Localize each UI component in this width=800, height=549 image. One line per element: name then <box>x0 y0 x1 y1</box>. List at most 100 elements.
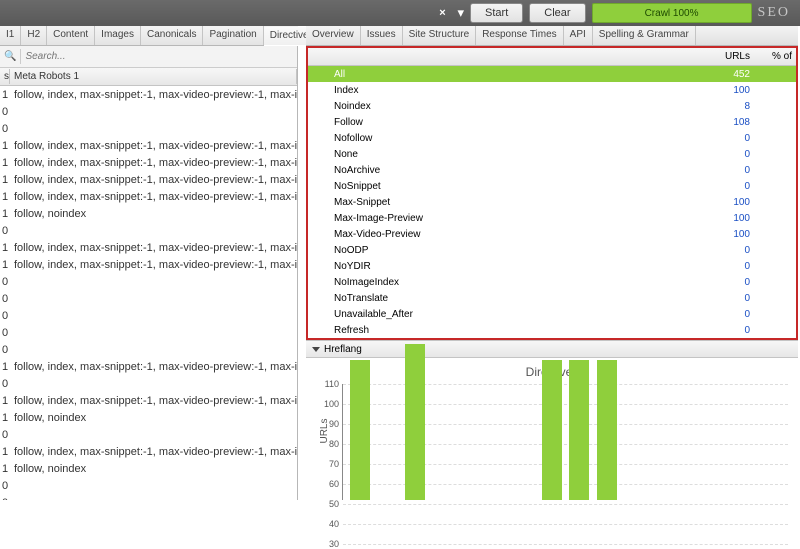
right-tabstrip: OverviewIssuesSite StructureResponse Tim… <box>306 26 798 46</box>
chart-body: 30405060708090100110 <box>342 384 788 500</box>
directive-row-noydir[interactable]: NoYDIR0 <box>308 258 796 274</box>
clear-button[interactable]: Clear <box>529 3 585 23</box>
cell-meta: follow, noindex <box>10 208 297 220</box>
directive-row-max-snippet[interactable]: Max-Snippet100 <box>308 194 796 210</box>
directive-row-noodp[interactable]: NoODP0 <box>308 242 796 258</box>
directive-urls: 0 <box>698 325 758 336</box>
tab-images[interactable]: Images <box>95 26 141 45</box>
chart-tick: 80 <box>315 439 339 449</box>
directive-urls: 0 <box>698 293 758 304</box>
right-panel: URLs % of All452Index100Noindex8Follow10… <box>306 46 798 500</box>
table-row[interactable]: 0 <box>0 273 297 290</box>
directive-label: Refresh <box>334 325 698 336</box>
directive-row-nosnippet[interactable]: NoSnippet0 <box>308 178 796 194</box>
directive-urls: 0 <box>698 149 758 160</box>
table-row[interactable]: 1follow, index, max-snippet:-1, max-vide… <box>0 392 297 409</box>
tab-site-structure[interactable]: Site Structure <box>403 26 477 45</box>
cell-meta: follow, index, max-snippet:-1, max-video… <box>10 157 297 169</box>
cell-s: 1 <box>0 463 10 475</box>
table-row[interactable]: 1follow, noindex <box>0 205 297 222</box>
directive-row-none[interactable]: None0 <box>308 146 796 162</box>
directive-label: Unavailable_After <box>334 309 698 320</box>
table-row[interactable]: 1follow, index, max-snippet:-1, max-vide… <box>0 137 297 154</box>
directive-row-max-image-preview[interactable]: Max-Image-Preview100 <box>308 210 796 226</box>
cell-meta: follow, index, max-snippet:-1, max-video… <box>10 242 297 254</box>
directive-row-noarchive[interactable]: NoArchive0 <box>308 162 796 178</box>
tab-pagination[interactable]: Pagination <box>203 26 263 45</box>
directive-row-all[interactable]: All452 <box>308 66 796 82</box>
table-row[interactable]: 0 <box>0 477 297 494</box>
table-row[interactable]: 1follow, index, max-snippet:-1, max-vide… <box>0 188 297 205</box>
directive-row-index[interactable]: Index100 <box>308 82 796 98</box>
cell-s: 1 <box>0 242 10 254</box>
cell-meta: follow, index, max-snippet:-1, max-video… <box>10 259 297 271</box>
tab-response-times[interactable]: Response Times <box>476 26 563 45</box>
table-row[interactable]: 0 <box>0 307 297 324</box>
table-row[interactable]: 1follow, index, max-snippet:-1, max-vide… <box>0 171 297 188</box>
cell-meta: follow, index, max-snippet:-1, max-video… <box>10 361 297 373</box>
table-row[interactable]: 1follow, index, max-snippet:-1, max-vide… <box>0 154 297 171</box>
top-toolbar: × ▾ Start Clear Crawl 100% SEO <box>0 0 800 26</box>
chart-bar <box>542 360 562 500</box>
directive-label: Nofollow <box>334 133 698 144</box>
directive-label: NoSnippet <box>334 181 698 192</box>
directive-urls: 0 <box>698 165 758 176</box>
table-row[interactable]: 1follow, index, max-snippet:-1, max-vide… <box>0 443 297 460</box>
table-row[interactable]: 0 <box>0 290 297 307</box>
directive-row-refresh[interactable]: Refresh0 <box>308 322 796 338</box>
directive-urls: 100 <box>698 229 758 240</box>
directive-row-noimageindex[interactable]: NoImageIndex0 <box>308 274 796 290</box>
tab-content[interactable]: Content <box>47 26 95 45</box>
header-meta[interactable]: Meta Robots 1 <box>10 69 297 84</box>
tab-i1[interactable]: I1 <box>0 26 21 45</box>
directive-label: Max-Snippet <box>334 197 698 208</box>
directive-urls: 100 <box>698 85 758 96</box>
cell-s: 0 <box>0 276 10 288</box>
close-icon[interactable]: × <box>433 7 451 19</box>
table-row[interactable]: 1follow, index, max-snippet:-1, max-vide… <box>0 256 297 273</box>
directive-urls: 8 <box>698 101 758 112</box>
cell-s: 1 <box>0 395 10 407</box>
directive-urls: 108 <box>698 117 758 128</box>
table-row[interactable]: 0 <box>0 494 297 500</box>
table-row[interactable]: 0 <box>0 222 297 239</box>
hreflang-expander[interactable]: Hreflang <box>306 340 798 358</box>
left-panel: 🔍 s Meta Robots 1 1follow, index, max-sn… <box>0 46 298 500</box>
header-s: s <box>0 69 10 84</box>
table-row[interactable]: 0 <box>0 375 297 392</box>
chart-tick: 30 <box>315 539 339 549</box>
table-row[interactable]: 1follow, index, max-snippet:-1, max-vide… <box>0 86 297 103</box>
tab-issues[interactable]: Issues <box>361 26 403 45</box>
tab-h2[interactable]: H2 <box>21 26 47 45</box>
tab-api[interactable]: API <box>564 26 593 45</box>
cell-meta: follow, index, max-snippet:-1, max-video… <box>10 174 297 186</box>
start-button[interactable]: Start <box>470 3 523 23</box>
cell-meta: follow, index, max-snippet:-1, max-video… <box>10 446 297 458</box>
tab-canonicals[interactable]: Canonicals <box>141 26 203 45</box>
cell-s: 1 <box>0 191 10 203</box>
table-row[interactable]: 1follow, noindex <box>0 460 297 477</box>
table-row[interactable]: 1follow, index, max-snippet:-1, max-vide… <box>0 358 297 375</box>
gear-icon[interactable]: ▾ <box>457 5 464 21</box>
table-row[interactable]: 0 <box>0 103 297 120</box>
directive-row-follow[interactable]: Follow108 <box>308 114 796 130</box>
cell-s: 1 <box>0 259 10 271</box>
table-row[interactable]: 0 <box>0 324 297 341</box>
table-row[interactable]: 0 <box>0 120 297 137</box>
directive-row-notranslate[interactable]: NoTranslate0 <box>308 290 796 306</box>
tab-overview[interactable]: Overview <box>306 26 361 45</box>
directive-row-noindex[interactable]: Noindex8 <box>308 98 796 114</box>
directive-row-max-video-preview[interactable]: Max-Video-Preview100 <box>308 226 796 242</box>
tab-spelling-grammar[interactable]: Spelling & Grammar <box>593 26 696 45</box>
table-row[interactable]: 1follow, index, max-snippet:-1, max-vide… <box>0 239 297 256</box>
search-input[interactable] <box>21 49 297 64</box>
directive-row-nofollow[interactable]: Nofollow0 <box>308 130 796 146</box>
directive-row-unavailable-after[interactable]: Unavailable_After0 <box>308 306 796 322</box>
chart-tick: 90 <box>315 419 339 429</box>
chart-bar <box>350 360 370 500</box>
directive-label: NoTranslate <box>334 293 698 304</box>
directive-label: NoArchive <box>334 165 698 176</box>
table-row[interactable]: 1follow, noindex <box>0 409 297 426</box>
table-row[interactable]: 0 <box>0 426 297 443</box>
table-row[interactable]: 0 <box>0 341 297 358</box>
